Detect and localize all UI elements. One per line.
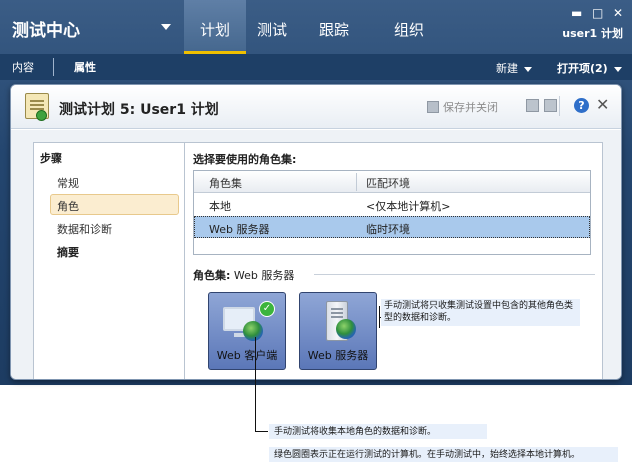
matching-environment: <仅本地计算机> [366,200,451,213]
role-card-web-client[interactable]: ✓ Web 客户端 [208,292,286,370]
column-header-role-set[interactable]: 角色集 [209,175,242,191]
callout-leader-line [255,337,256,432]
panel-body: 步骤 常规 角色 数据和诊断 摘要 选择要使用的角色集: 角色集 匹配环境 本地 [11,130,621,379]
tab-plan[interactable]: 计划 [184,0,246,54]
save-and-close-label: 保存并关闭 [443,101,498,114]
panel-header: 测试计划 5: User1 计划 保存并关闭 ? ✕ [11,85,621,129]
globe-icon [336,319,356,339]
role-card-label: Web 服务器 [307,349,369,362]
app-menu-chevron-down-icon[interactable] [161,24,171,30]
toolbar-divider [53,58,54,76]
chevron-down-icon [524,66,532,72]
chevron-down-icon [613,66,622,72]
test-plan-panel: 测试计划 5: User1 计划 保存并关闭 ? ✕ 步骤 常规 角色 数据和诊… [10,84,622,380]
new-menu-button[interactable]: 新建 [496,60,532,76]
test-plan-icon [25,93,49,121]
open-items-menu-button[interactable]: 打开项(2) [557,60,622,76]
properties-content: 步骤 常规 角色 数据和诊断 摘要 选择要使用的角色集: 角色集 匹配环境 本地 [33,142,603,379]
restore-icon[interactable]: □ [592,6,603,20]
tab-organize[interactable]: 组织 [378,0,440,54]
role-card-label: Web 客户端 [216,349,278,362]
new-menu-label: 新建 [496,62,518,75]
current-role-set-label: 角色集: Web 服务器 [193,267,294,283]
toolbar-divider [559,96,560,116]
grid-header: 角色集 匹配环境 [194,171,590,193]
app-title: 测试中心 [12,21,80,41]
matching-environment: 临时环境 [366,223,410,236]
role-set-grid: 角色集 匹配环境 本地 <仅本地计算机> Web 服务器 临时环境 [193,170,591,255]
tab-track[interactable]: 跟踪 [305,0,363,54]
column-header-matching-environment[interactable]: 匹配环境 [366,175,410,191]
help-icon[interactable]: ? [574,98,589,113]
minimize-icon[interactable]: ▬ [571,6,582,20]
steps-sidebar: 步骤 常规 角色 数据和诊断 摘要 [34,143,185,379]
refresh-icon[interactable] [544,99,557,112]
callout-client-note: 手动测试将收集本地角色的数据和诊断。 [269,424,487,439]
title-bar: 测试中心 计划 测试 跟踪 组织 ▬ □ ✕ user1 计划 [0,0,632,54]
close-window-icon[interactable]: ✕ [613,6,623,20]
tab-test[interactable]: 测试 [246,0,298,54]
callout-connector [255,431,268,432]
step-summary[interactable]: 摘要 [50,240,179,261]
panel-title: 测试计划 5: User1 计划 [59,102,219,118]
callout-server-note: 手动测试将只收集测试设置中包含的其他角色类型的数据和诊断。 [381,299,580,326]
step-roles[interactable]: 角色 [50,194,179,215]
table-row[interactable]: 本地 <仅本地计算机> [194,194,590,216]
save-icon[interactable] [526,99,539,112]
step-general[interactable]: 常规 [50,171,179,192]
role-set-name: 本地 [209,200,231,213]
column-divider [356,173,357,191]
callout-green-circle-note: 绿色圆圈表示正在运行测试的计算机。在手动测试中，始终选择本地计算机。 [269,447,618,462]
save-icon [427,101,439,113]
user-label: user1 计划 [562,27,623,40]
close-icon[interactable]: ✕ [596,95,609,114]
steps-heading: 步骤 [40,152,62,165]
test-center-window: 测试中心 计划 测试 跟踪 组织 ▬ □ ✕ user1 计划 内容 属性 新建… [0,0,632,385]
green-check-icon: ✓ [259,301,275,317]
table-row[interactable]: Web 服务器 临时环境 [194,216,590,238]
role-card-web-server[interactable]: Web 服务器 [299,292,377,370]
role-set-value: Web 服务器 [233,269,295,282]
role-set-select-label: 选择要使用的角色集: [193,153,297,166]
role-set-name: Web 服务器 [209,223,270,236]
save-and-close-button[interactable]: 保存并关闭 [427,99,498,115]
step-data-and-diagnostics[interactable]: 数据和诊断 [50,217,179,238]
role-set-prefix: 角色集: [193,269,231,282]
globe-icon [243,321,263,341]
section-divider [314,274,595,275]
tab-properties[interactable]: 属性 [74,59,96,75]
secondary-toolbar: 内容 属性 新建 打开项(2) [0,54,632,80]
open-items-label: 打开项(2) [557,62,608,75]
tab-contents[interactable]: 内容 [12,59,34,75]
